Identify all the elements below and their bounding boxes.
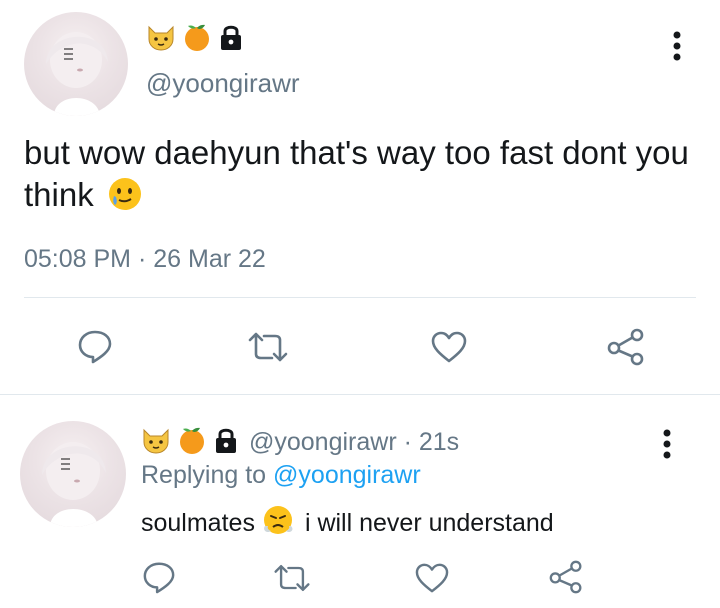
like-icon[interactable] (414, 562, 450, 594)
reply-text-before: soulmates (141, 509, 255, 537)
meta-separator: · (131, 245, 154, 273)
section-divider (0, 394, 720, 395)
reply-age: 21s (418, 428, 460, 456)
share-icon[interactable] (548, 560, 584, 594)
tangerine-icon (177, 425, 207, 460)
steam-from-nose-face-icon (263, 504, 297, 543)
lock-icon (213, 426, 239, 459)
tweet-text: but wow daehyun that's way too fast dont… (24, 132, 704, 222)
tweet-time: 05:08 PM (24, 245, 132, 273)
meta-separator: · (396, 428, 419, 456)
author-badges (146, 22, 244, 57)
divider (24, 297, 696, 298)
replying-to-prefix: Replying to (141, 461, 274, 489)
avatar[interactable] (24, 12, 128, 116)
replying-to-line: Replying to @yoongirawr (141, 461, 421, 490)
author-handle[interactable]: @yoongirawr (146, 68, 300, 99)
reply-text: soulmates i will never understand (141, 504, 554, 543)
reply-icon[interactable] (142, 560, 176, 594)
like-icon[interactable] (430, 330, 468, 364)
tweet-timestamp[interactable]: 05:08 PM · 26 Mar 22 (24, 245, 266, 274)
reply-avatar[interactable] (20, 421, 126, 527)
more-options-icon[interactable] (670, 30, 684, 67)
reply-text-after: i will never understand (304, 509, 554, 537)
retweet-icon[interactable] (272, 562, 312, 594)
lock-icon (218, 23, 244, 56)
replying-to-link[interactable]: @yoongirawr (273, 461, 421, 489)
reply-header: @yoongirawr · 21s (141, 425, 459, 460)
cat-face-icon (146, 23, 176, 56)
tangerine-icon (182, 22, 212, 57)
more-options-icon[interactable] (660, 428, 674, 465)
reply-icon[interactable] (77, 328, 113, 364)
share-icon[interactable] (606, 328, 646, 366)
reply-author-meta[interactable]: @yoongirawr · 21s (249, 428, 459, 457)
cat-face-icon (141, 426, 171, 459)
crying-smile-face-icon (107, 176, 143, 222)
retweet-icon[interactable] (246, 330, 290, 364)
tweet-date: 26 Mar 22 (153, 245, 266, 273)
reply-author-handle: @yoongirawr (249, 428, 397, 456)
